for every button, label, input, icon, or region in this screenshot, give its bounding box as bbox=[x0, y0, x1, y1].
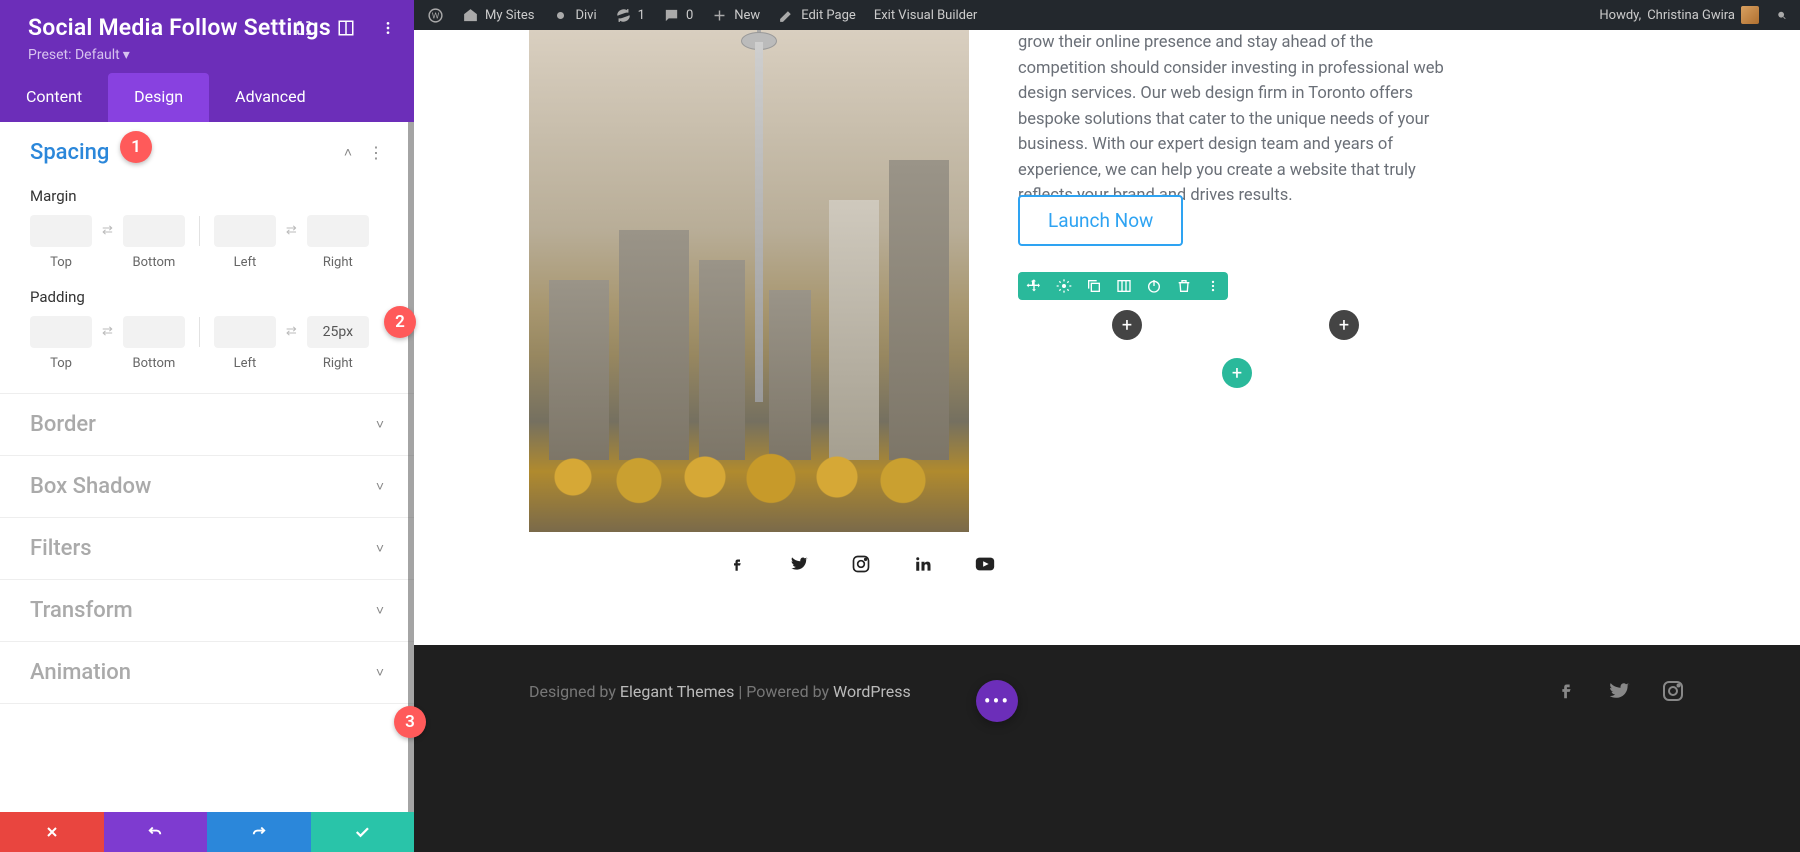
page-canvas: grow their online presence and stay ahea… bbox=[414, 30, 1800, 852]
instagram-icon[interactable] bbox=[850, 553, 872, 575]
social-follow-row bbox=[726, 553, 996, 575]
module-toolbar bbox=[1018, 272, 1228, 300]
linkedin-icon[interactable] bbox=[912, 553, 934, 575]
padding-bottom-input[interactable] bbox=[123, 316, 185, 348]
margin-top-input[interactable] bbox=[30, 215, 92, 247]
settings-icon[interactable] bbox=[1056, 278, 1072, 294]
annotation-1: 1 bbox=[120, 131, 152, 163]
new-link[interactable]: New bbox=[702, 0, 769, 30]
section-more-icon[interactable]: ⋮ bbox=[368, 143, 384, 162]
chevron-down-icon: ˅ bbox=[376, 416, 384, 433]
hero-image bbox=[529, 30, 969, 532]
redo-button[interactable] bbox=[207, 812, 311, 852]
site-link[interactable]: Divi bbox=[543, 0, 605, 30]
section-animation-header[interactable]: Animation˅ bbox=[0, 642, 414, 703]
wp-admin-bar: W My Sites Divi 1 0 New Edit Page Exit V… bbox=[414, 0, 1800, 30]
edit-page-link[interactable]: Edit Page bbox=[769, 0, 865, 30]
body-paragraph: grow their online presence and stay ahea… bbox=[1018, 30, 1448, 209]
comments-link[interactable]: 0 bbox=[654, 0, 702, 30]
annotation-3: 3 bbox=[394, 706, 426, 738]
footer-credits: Designed by Elegant Themes | Powered by … bbox=[529, 682, 911, 701]
margin-bottom-input[interactable] bbox=[123, 215, 185, 247]
tab-advanced[interactable]: Advanced bbox=[209, 73, 332, 122]
cancel-button[interactable] bbox=[0, 812, 104, 852]
move-icon[interactable] bbox=[1026, 278, 1042, 294]
section-box-shadow-header[interactable]: Box Shadow˅ bbox=[0, 456, 414, 517]
duplicate-icon[interactable] bbox=[1086, 278, 1102, 294]
sidebar-header: Social Media Follow Settings Preset: Def… bbox=[0, 0, 414, 73]
section-border-header[interactable]: Border˅ bbox=[0, 394, 414, 455]
updates-link[interactable]: 1 bbox=[606, 0, 654, 30]
search-icon[interactable] bbox=[1768, 0, 1796, 30]
margin-left-input[interactable] bbox=[214, 215, 276, 247]
annotation-2: 2 bbox=[384, 306, 416, 338]
builder-fab-button[interactable]: ••• bbox=[976, 680, 1018, 722]
link-icon[interactable]: ⇄ bbox=[284, 324, 299, 339]
section-filters-header[interactable]: Filters˅ bbox=[0, 518, 414, 579]
link-icon[interactable]: ⇄ bbox=[100, 223, 115, 238]
save-button[interactable] bbox=[311, 812, 415, 852]
wordpress-link[interactable]: WordPress bbox=[833, 682, 911, 701]
layout-icon[interactable] bbox=[336, 18, 356, 38]
my-sites-link[interactable]: My Sites bbox=[453, 0, 543, 30]
chevron-down-icon: ˅ bbox=[376, 478, 384, 495]
elegant-themes-link[interactable]: Elegant Themes bbox=[620, 682, 735, 701]
trash-icon[interactable] bbox=[1176, 278, 1192, 294]
page-footer: Designed by Elegant Themes | Powered by … bbox=[414, 645, 1800, 852]
avatar bbox=[1741, 6, 1759, 24]
module-more-icon[interactable] bbox=[1206, 279, 1220, 293]
chevron-down-icon: ˅ bbox=[376, 602, 384, 619]
youtube-icon[interactable] bbox=[974, 553, 996, 575]
footer-instagram-icon[interactable] bbox=[1661, 679, 1685, 703]
tab-content[interactable]: Content bbox=[0, 73, 108, 122]
link-icon[interactable]: ⇄ bbox=[100, 324, 115, 339]
svg-text:W: W bbox=[432, 11, 440, 21]
power-icon[interactable] bbox=[1146, 278, 1162, 294]
add-module-left-button[interactable]: + bbox=[1112, 310, 1142, 340]
launch-now-button[interactable]: Launch Now bbox=[1018, 195, 1183, 246]
preset-dropdown[interactable]: Preset: Default ▾ bbox=[28, 47, 386, 63]
section-spacing-header[interactable]: Spacing ˄ ⋮ bbox=[0, 122, 414, 183]
settings-tabs: Content Design Advanced bbox=[0, 73, 414, 122]
spacing-controls: Margin Top ⇄ Bottom Left ⇄ Right Padding… bbox=[0, 187, 414, 393]
padding-label: Padding bbox=[30, 288, 384, 306]
undo-button[interactable] bbox=[104, 812, 208, 852]
chevron-up-icon: ˄ bbox=[344, 144, 352, 161]
add-row-button[interactable]: + bbox=[1222, 358, 1252, 388]
add-module-right-button[interactable]: + bbox=[1329, 310, 1359, 340]
tab-design[interactable]: Design bbox=[108, 73, 209, 122]
footer-facebook-icon[interactable] bbox=[1555, 679, 1577, 703]
twitter-icon[interactable] bbox=[788, 553, 810, 575]
section-transform-header[interactable]: Transform˅ bbox=[0, 580, 414, 641]
more-icon[interactable] bbox=[378, 18, 398, 38]
link-icon[interactable]: ⇄ bbox=[284, 223, 299, 238]
settings-sidebar: Social Media Follow Settings Preset: Def… bbox=[0, 0, 414, 852]
margin-label: Margin bbox=[30, 187, 384, 205]
columns-icon[interactable] bbox=[1116, 278, 1132, 294]
margin-right-input[interactable] bbox=[307, 215, 369, 247]
sidebar-actions bbox=[0, 812, 414, 852]
padding-left-input[interactable] bbox=[214, 316, 276, 348]
padding-top-input[interactable] bbox=[30, 316, 92, 348]
sidebar-body[interactable]: Spacing ˄ ⋮ Margin Top ⇄ Bottom Left ⇄ R… bbox=[0, 122, 414, 812]
chevron-down-icon: ˅ bbox=[376, 540, 384, 557]
wp-logo[interactable]: W bbox=[418, 0, 453, 30]
footer-twitter-icon[interactable] bbox=[1607, 679, 1631, 703]
facebook-icon[interactable] bbox=[726, 553, 748, 575]
exit-visual-builder-link[interactable]: Exit Visual Builder bbox=[865, 0, 986, 30]
expand-icon[interactable] bbox=[294, 18, 314, 38]
chevron-down-icon: ˅ bbox=[376, 664, 384, 681]
caret-down-icon: ▾ bbox=[123, 47, 130, 63]
padding-right-input[interactable] bbox=[307, 316, 369, 348]
user-menu[interactable]: Howdy, Christina Gwira bbox=[1590, 0, 1768, 30]
